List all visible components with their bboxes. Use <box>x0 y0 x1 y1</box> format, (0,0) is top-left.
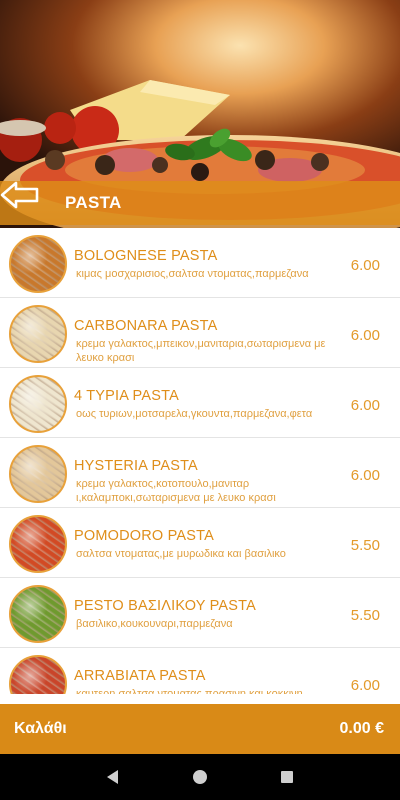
square-recents-icon <box>280 771 293 783</box>
dish-description: κρεμα γαλακτος,μπεικον,μανιταρια,σωταρισ… <box>76 338 326 364</box>
dish-price: 6.00 <box>350 257 380 274</box>
menu-item[interactable]: POMODORO PASTA σαλτσα ντοματας,με μυρωδικ… <box>0 508 400 578</box>
dish-name: PESTO ΒΑΣΙΛΙΚΟΥ PASTA <box>74 598 257 614</box>
back-button[interactable] <box>0 181 50 225</box>
dish-thumbnail <box>9 515 67 573</box>
dish-description: σαλτσα ντοματας,με μυρωδικα και βασιλικο <box>76 548 286 560</box>
dish-description: κρεμα γαλακτος,κοτοπουλο,μανιταρ ι,καλαμ… <box>76 478 276 504</box>
dish-price: 5.50 <box>350 607 380 624</box>
arrow-left-icon <box>0 181 39 209</box>
menu-item[interactable]: 4 ΤΥΡΙΑ PASTA οως τυριων,μοτσαρελα,γκουντ… <box>0 368 400 438</box>
dish-thumbnail <box>9 235 67 293</box>
dish-thumbnail <box>9 585 67 643</box>
nav-back-button[interactable] <box>93 757 133 797</box>
menu-item[interactable]: BOLOGNESE PASTA κιμας μοσχαρισιος,σαλτσα … <box>0 228 400 298</box>
dish-thumbnail <box>9 375 67 433</box>
triangle-back-icon <box>107 770 119 784</box>
dish-thumbnail <box>9 655 67 694</box>
dish-name: 4 ΤΥΡΙΑ PASTA <box>74 388 179 404</box>
dish-price: 6.00 <box>350 677 380 694</box>
dish-name: CARBONARA PASTA <box>74 318 218 334</box>
cart-total: 0.00 € <box>339 720 384 737</box>
circle-home-icon <box>192 770 207 784</box>
dish-name: HYSTERIA PASTA <box>74 458 198 474</box>
dish-price: 5.50 <box>350 537 380 554</box>
title-bar: PASTA <box>0 181 400 225</box>
menu-item[interactable]: PESTO ΒΑΣΙΛΙΚΟΥ PASTA βασιλικο,κουκουναρι… <box>0 578 400 648</box>
nav-recents-button[interactable] <box>267 757 307 797</box>
dish-description: οως τυριων,μοτσαρελα,γκουντα,παρμεζανα,φ… <box>76 408 313 420</box>
menu-item[interactable]: ARRABIATA PASTA καυτερη σαλτσα ντοματας,π… <box>0 648 400 694</box>
nav-home-button[interactable] <box>180 757 220 797</box>
header-image: PASTA <box>0 0 400 228</box>
dish-description: κιμας μοσχαρισιος,σαλτσα ντοματας,παρμεζ… <box>76 268 309 280</box>
app-screen: PASTA BOLOGNESE PASTA κιμας μοσχαρισιος,σ… <box>0 0 400 800</box>
menu-item[interactable]: CARBONARA PASTA κρεμα γαλακτος,μπεικον,μα… <box>0 298 400 368</box>
page-title: PASTA <box>65 193 122 212</box>
menu-item[interactable]: HYSTERIA PASTA κρεμα γαλακτος,κοτοπουλο,μ… <box>0 438 400 508</box>
system-nav-bar <box>0 754 400 800</box>
dish-thumbnail <box>9 445 67 503</box>
dish-thumbnail <box>9 305 67 363</box>
dish-price: 6.00 <box>350 467 380 484</box>
cart-label: Καλάθι <box>14 720 67 737</box>
dish-price: 6.00 <box>350 327 380 344</box>
menu-list[interactable]: BOLOGNESE PASTA κιμας μοσχαρισιος,σαλτσα … <box>0 228 400 694</box>
dish-price: 6.00 <box>350 397 380 414</box>
dish-description: βασιλικο,κουκουναρι,παρμεζανα <box>76 618 233 630</box>
cart-bar[interactable]: Καλάθι 0.00 € <box>0 704 400 754</box>
dish-name: BOLOGNESE PASTA <box>74 248 218 264</box>
dish-name: POMODORO PASTA <box>74 528 215 544</box>
dish-name: ARRABIATA PASTA <box>74 668 206 684</box>
dish-description: καυτερη σαλτσα ντοματας,πρασινη και κοκκ… <box>76 688 303 694</box>
